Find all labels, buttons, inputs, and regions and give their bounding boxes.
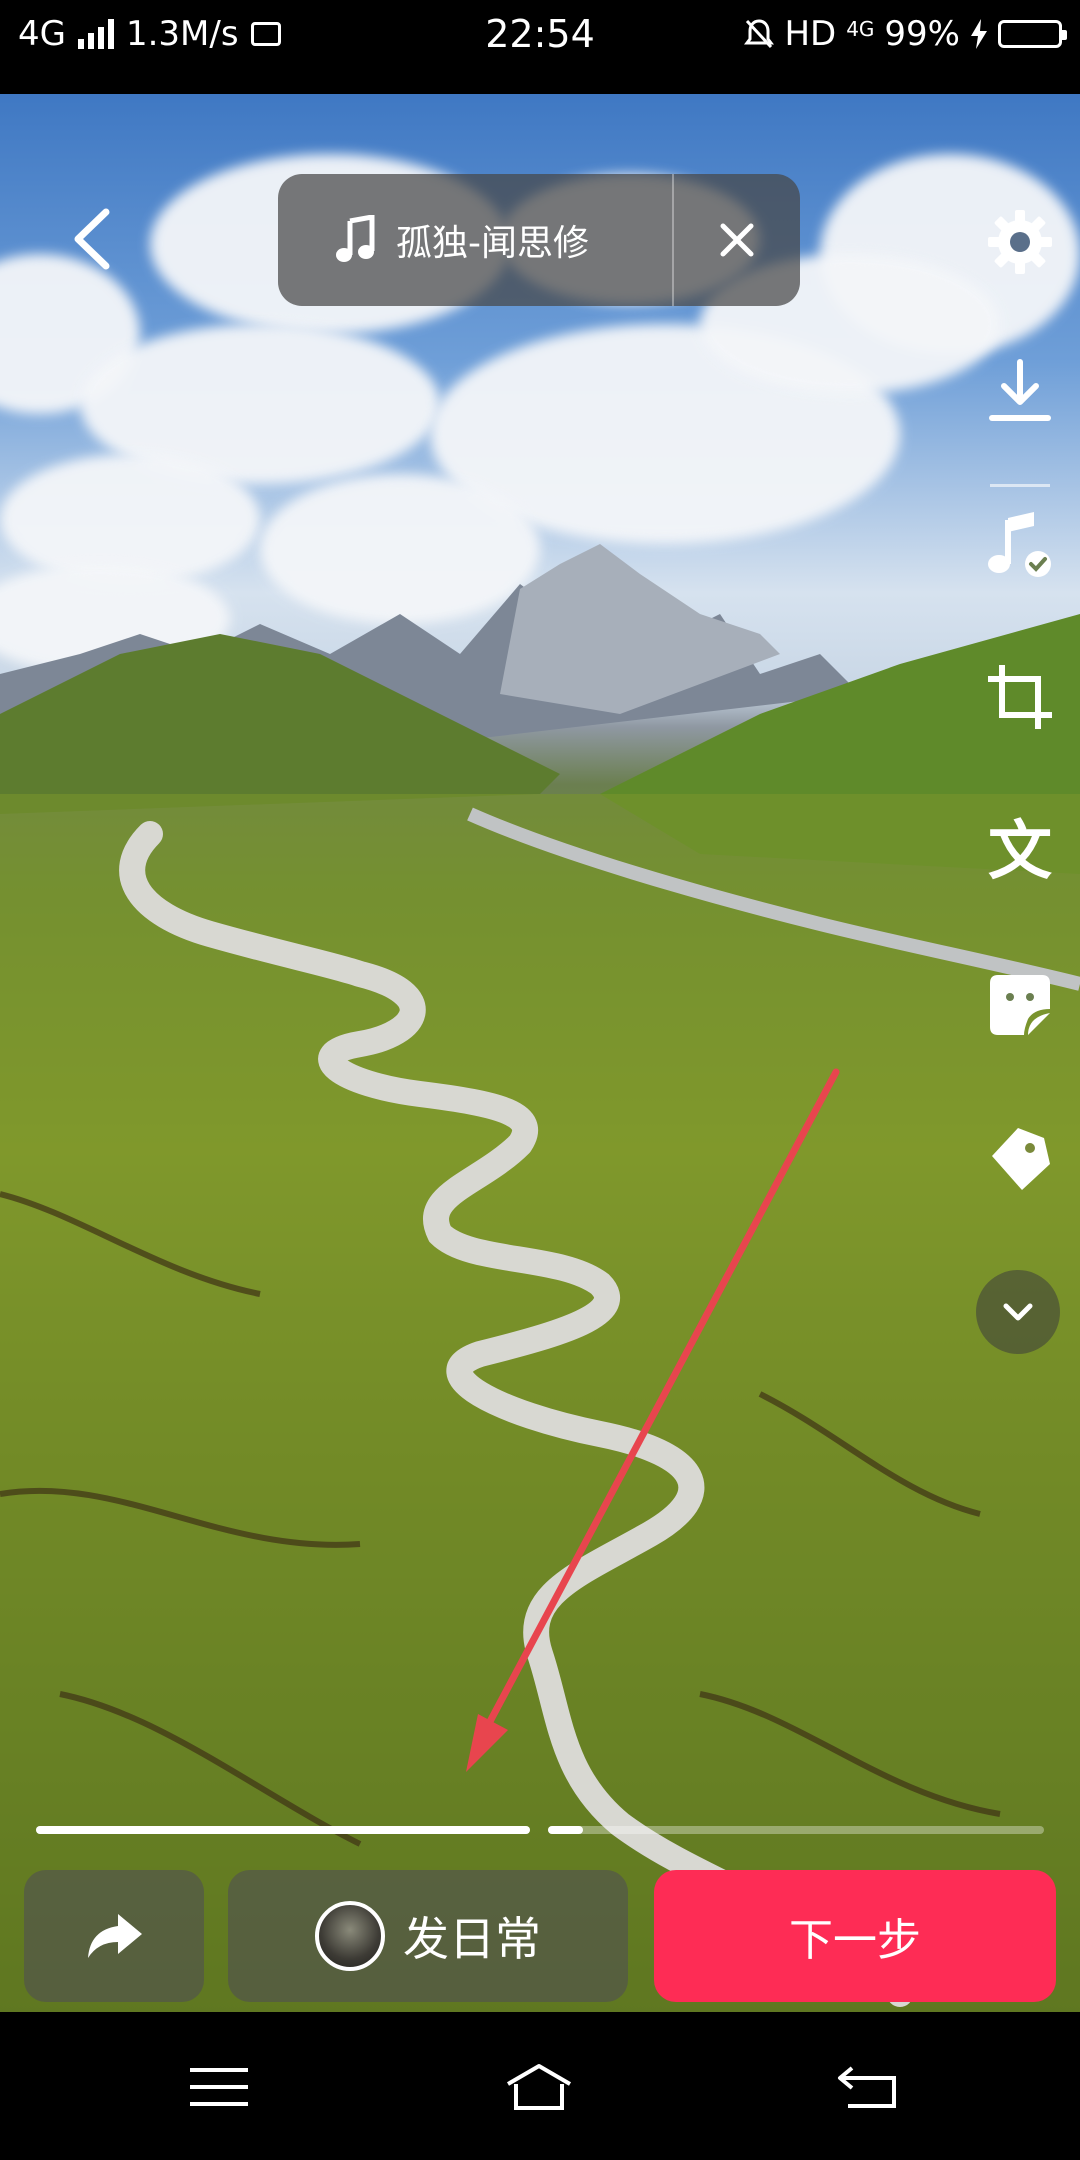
hd-label: HD: [784, 14, 837, 54]
video-preview[interactable]: 孤独-闻思修 文: [0, 94, 1080, 2012]
progress-segment-fill: [548, 1826, 583, 1834]
home-icon[interactable]: [504, 2062, 574, 2112]
share-arrow-icon: [88, 1914, 142, 1958]
charging-icon: [971, 19, 987, 49]
battery-percent: 99%: [884, 14, 960, 54]
system-nav-bar: [0, 2012, 1080, 2160]
progress-segment-track: [548, 1826, 1044, 1834]
progress-segment-fill: [36, 1826, 530, 1834]
annotation-arrow: [466, 1068, 840, 1772]
avatar: [315, 1901, 385, 1971]
network-label-2: 4G: [846, 17, 875, 41]
next-step-label: 下一步: [789, 1915, 921, 1966]
battery-icon: [998, 20, 1067, 48]
menu-icon[interactable]: [184, 2062, 254, 2112]
share-button[interactable]: [24, 1870, 204, 2002]
post-daily-label: 发日常: [403, 1912, 541, 1966]
clip-progress: [36, 1826, 1044, 1836]
next-step-button[interactable]: 下一步: [654, 1870, 1056, 2002]
mute-bell-icon: [744, 19, 775, 49]
status-right: HD 4G 99%: [744, 14, 1067, 54]
status-bar: 4G 1.3M/s 22:54 HD 4G 99%: [0, 0, 1080, 94]
action-bar: 发日常 下一步: [0, 1864, 1080, 2014]
post-daily-button[interactable]: 发日常: [228, 1870, 628, 2002]
back-icon[interactable]: [834, 2062, 904, 2112]
